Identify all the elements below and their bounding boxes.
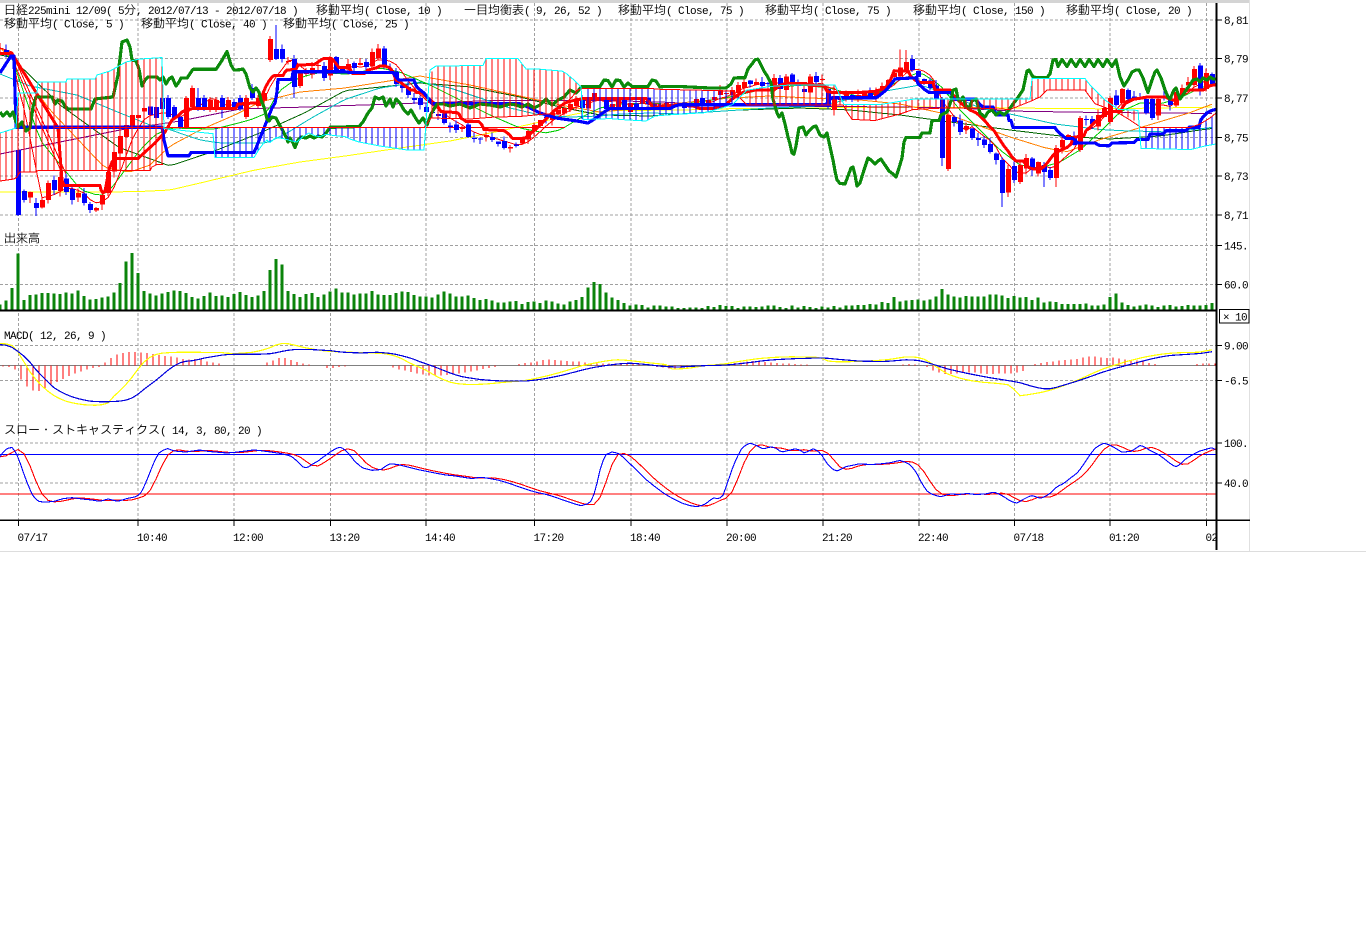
svg-text:8,81: 8,81	[1224, 16, 1249, 28]
svg-text:12:00: 12:00	[233, 533, 263, 545]
svg-text:01:20: 01:20	[1109, 533, 1139, 545]
svg-text:, 2012/07/13 - 2012/07/18 ): , 2012/07/13 - 2012/07/18 )	[136, 6, 298, 18]
svg-text:40.0: 40.0	[1224, 479, 1248, 491]
svg-text:( Close, 75 ): ( Close, 75 )	[813, 6, 891, 18]
svg-text:× 10: × 10	[1223, 312, 1247, 324]
svg-text:( Close, 150 ): ( Close, 150 )	[961, 6, 1045, 18]
svg-text:60.0: 60.0	[1224, 281, 1248, 293]
svg-text:( 9, 26, 52 ): ( 9, 26, 52 )	[524, 6, 602, 18]
svg-text:( Close, 75 ): ( Close, 75 )	[666, 6, 744, 18]
svg-text:02: 02	[1206, 533, 1218, 545]
svg-text:8,71: 8,71	[1224, 211, 1249, 223]
svg-text:8,79: 8,79	[1224, 55, 1248, 67]
svg-text:MACD( 12, 26, 9 ): MACD( 12, 26, 9 )	[4, 331, 106, 343]
svg-text:145.: 145.	[1224, 242, 1248, 254]
svg-text:-6.5: -6.5	[1224, 377, 1248, 389]
svg-text:21:20: 21:20	[822, 533, 852, 545]
svg-text:07/18: 07/18	[1014, 533, 1044, 545]
svg-text:22:40: 22:40	[918, 533, 948, 545]
svg-text:17:20: 17:20	[534, 533, 564, 545]
svg-text:8,75: 8,75	[1224, 134, 1248, 146]
svg-text:13:20: 13:20	[330, 533, 360, 545]
svg-text:9.00: 9.00	[1224, 342, 1248, 354]
svg-text:8,77: 8,77	[1224, 94, 1248, 106]
svg-text:225mini 12/09( 5: 225mini 12/09( 5	[28, 6, 124, 18]
svg-text:14:40: 14:40	[425, 533, 455, 545]
svg-text:( Close, 20 ): ( Close, 20 )	[1114, 6, 1192, 18]
svg-text:( Close, 40 ): ( Close, 40 )	[189, 20, 267, 32]
svg-text:18:40: 18:40	[630, 533, 660, 545]
svg-text:( Close, 10 ): ( Close, 10 )	[364, 6, 442, 18]
svg-text:20:00: 20:00	[726, 533, 756, 545]
svg-text:07/17: 07/17	[18, 533, 48, 545]
svg-text:( 14, 3, 80, 20 ): ( 14, 3, 80, 20 )	[160, 426, 262, 438]
svg-text:100.: 100.	[1224, 439, 1248, 451]
svg-text:10:40: 10:40	[137, 533, 167, 545]
svg-text:8,73: 8,73	[1224, 172, 1248, 184]
svg-text:( Close, 5 ): ( Close, 5 )	[52, 20, 124, 32]
svg-text:( Close, 25 ): ( Close, 25 )	[331, 20, 409, 32]
